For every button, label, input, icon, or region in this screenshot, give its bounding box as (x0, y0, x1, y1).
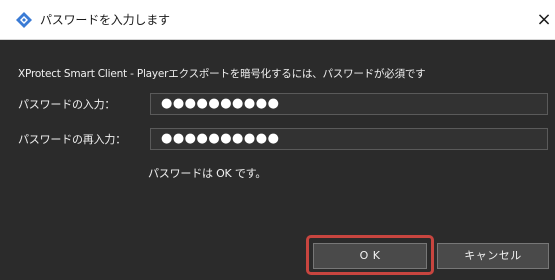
password-confirm-input[interactable]: ●●●●●●●●●● (150, 128, 548, 150)
password-label: パスワードの入力： (18, 98, 116, 111)
title-bar: パスワードを入力します × (0, 0, 555, 40)
cancel-button[interactable]: キャンセル (437, 243, 549, 269)
close-button[interactable]: × (533, 4, 555, 36)
dialog-title: パスワードを入力します (40, 13, 170, 27)
password-confirm-label: パスワードの再入力： (18, 133, 126, 146)
diamond-app-icon (16, 12, 32, 28)
instruction-message: XProtect Smart Client - Playerエクスポートを暗号化… (18, 68, 426, 80)
password-dialog: パスワードを入力します × XProtect Smart Client - Pl… (0, 0, 555, 280)
ok-button[interactable]: O K (313, 243, 427, 269)
password-input[interactable]: ●●●●●●●●●● (150, 93, 548, 115)
password-status-text: パスワードは OK です。 (148, 167, 267, 180)
